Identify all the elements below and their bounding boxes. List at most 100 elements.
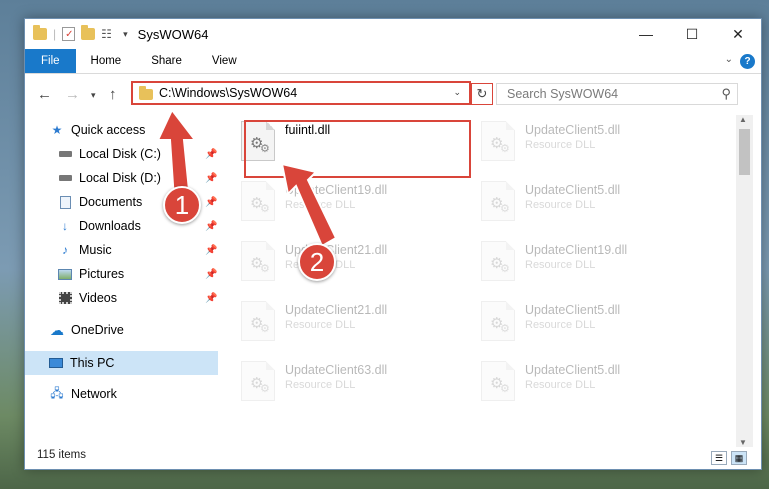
file-type: Resource DLL [525, 199, 596, 211]
file-name: UpdateClient5.dll [525, 123, 621, 137]
sidebar-item-pictures[interactable]: Pictures [57, 263, 124, 285]
search-icon: ⚲ [721, 86, 731, 101]
dll-file-icon: ⚙ ⚙ [481, 121, 515, 161]
drive-icon [57, 171, 73, 185]
sidebar-item-local-disk-d[interactable]: Local Disk (D:) [57, 167, 161, 189]
sidebar-item-label: Downloads [79, 219, 141, 233]
file-tile[interactable]: ⚙⚙ UpdateClient19.dll Resource DLL [235, 177, 465, 229]
sidebar-item-local-disk-c[interactable]: Local Disk (C:) [57, 143, 161, 165]
tab-view[interactable]: View [197, 49, 252, 73]
file-tile[interactable]: ⚙ ⚙ UpdateClient5.dll Resource DLL [475, 297, 705, 349]
window-controls: — ☐ ✕ [623, 19, 761, 49]
scroll-thumb[interactable] [739, 129, 750, 175]
sidebar-item-label: Local Disk (C:) [79, 147, 161, 161]
documents-icon [57, 195, 73, 209]
navigation-bar: ← → ▾ ↑ C:\Windows\SysWOW64 ⌄ ↻ Search S… [25, 79, 761, 109]
sidebar-item-this-pc[interactable]: This PC [25, 351, 218, 375]
sidebar-item-network[interactable]: 🖧 Network [49, 383, 117, 405]
file-tile[interactable]: ⚙⚙ UpdateClient19.dll Resource DLL [475, 237, 705, 289]
new-folder-icon[interactable] [81, 25, 96, 40]
dll-file-icon: ⚙ ⚙ [481, 241, 515, 281]
back-icon[interactable]: ← [37, 86, 52, 103]
tab-file[interactable]: File [25, 49, 76, 73]
address-bar[interactable]: C:\Windows\SysWOW64 ⌄ [131, 81, 471, 105]
refresh-icon: ↻ [476, 86, 488, 101]
file-tile[interactable]: ⚙ ⚙ UpdateClient5.dll Resource DLL [475, 357, 705, 409]
search-input[interactable]: Search SysWOW64 [507, 87, 618, 101]
sidebar-item-onedrive[interactable]: ☁ OneDrive [49, 319, 124, 341]
step-badge-1: 1 [163, 186, 201, 224]
pin-icon[interactable]: 📌 [205, 269, 217, 280]
dll-file-icon: ⚙ ⚙ [241, 361, 275, 401]
cloud-icon: ☁ [50, 321, 64, 338]
quick-access-toolbar: | ✓ ☷ ▾ [25, 25, 128, 41]
help-icon[interactable]: ? [740, 54, 755, 69]
videos-icon [57, 291, 73, 305]
file-name: UpdateClient5.dll [525, 183, 621, 197]
customize-toolbar-icon[interactable]: ▾ [123, 29, 128, 40]
sidebar-item-downloads[interactable]: ↓ Downloads [57, 215, 141, 237]
folder-icon [139, 86, 153, 100]
sidebar-item-quick-access[interactable]: ★ Quick access [49, 119, 146, 141]
address-dropdown-icon[interactable]: ⌄ [453, 87, 461, 98]
maximize-button[interactable]: ☐ [669, 19, 715, 49]
expand-ribbon-icon[interactable]: ⌄ [725, 54, 733, 65]
pin-icon[interactable]: 📌 [205, 245, 217, 256]
sidebar-item-documents[interactable]: Documents [57, 191, 142, 213]
arrow-2-shape [280, 162, 338, 248]
computer-icon [48, 356, 64, 370]
scroll-up-icon[interactable]: ▲ [739, 115, 747, 124]
dll-file-icon: ⚙ ⚙ [481, 301, 515, 341]
search-box[interactable]: Search SysWOW64 ⚲ [496, 83, 738, 105]
folder-icon[interactable] [33, 25, 47, 40]
file-name: UpdateClient5.dll [525, 303, 621, 317]
file-type: Resource DLL [525, 319, 596, 331]
file-name: UpdateClient63.dll [285, 363, 388, 377]
file-tile[interactable]: ⚙⚙ UpdateClient21.dll Resource DLL [235, 297, 465, 349]
dll-file-icon: ⚙ ⚙ [481, 361, 515, 401]
music-icon: ♪ [62, 243, 68, 257]
drive-icon [57, 147, 73, 161]
toolbar-separator: | [53, 27, 57, 41]
sidebar-item-label: Local Disk (D:) [79, 171, 161, 185]
file-tile[interactable]: ⚙ ⚙ UpdateClient5.dll Resource DLL [475, 117, 705, 169]
tab-share[interactable]: Share [136, 49, 197, 73]
address-path: C:\Windows\SysWOW64 [159, 86, 298, 100]
sidebar-item-music[interactable]: ♪ Music [57, 239, 112, 261]
sidebar-item-label: This PC [70, 356, 115, 370]
sidebar-item-videos[interactable]: Videos [57, 287, 117, 309]
sidebar-item-label: OneDrive [71, 323, 124, 337]
close-button[interactable]: ✕ [715, 19, 761, 49]
file-type: Resource DLL [525, 379, 596, 391]
properties-icon[interactable]: ✓ [62, 27, 76, 41]
file-tile[interactable]: ⚙ ⚙ UpdateClient63.dll Resource DLL [235, 357, 465, 409]
sidebar-item-label: Documents [79, 195, 143, 209]
up-icon[interactable]: ↑ [109, 86, 117, 103]
recent-locations-icon[interactable]: ▾ [91, 90, 96, 101]
file-tile[interactable]: ⚙⚙ UpdateClient21.dll Resource DLL [235, 237, 465, 289]
sidebar-item-label: Network [71, 387, 117, 401]
vertical-scrollbar[interactable]: ▲ ▼ [736, 115, 753, 447]
view-icon[interactable]: ☷ [101, 27, 117, 41]
sidebar-item-label: Music [79, 243, 112, 257]
refresh-button[interactable]: ↻ [471, 83, 493, 105]
dll-file-icon: ⚙ ⚙ [241, 241, 275, 281]
large-icons-view-icon[interactable]: ▦ [731, 451, 747, 465]
dll-file-icon: ⚙ ⚙ [241, 181, 275, 221]
scroll-down-icon[interactable]: ▼ [739, 438, 747, 447]
dll-file-icon: ⚙ ⚙ [241, 301, 275, 341]
pictures-icon [57, 267, 73, 281]
minimize-button[interactable]: — [623, 19, 669, 49]
file-type: Resource DLL [285, 379, 356, 391]
details-view-icon[interactable]: ☰ [711, 451, 727, 465]
file-tile[interactable]: ⚙ ⚙ UpdateClient5.dll Resource DLL [475, 177, 705, 229]
title-bar: | ✓ ☷ ▾ SysWOW64 — ☐ ✕ [25, 19, 761, 49]
forward-icon[interactable]: → [65, 86, 80, 103]
pin-icon[interactable]: 📌 [205, 293, 217, 304]
sidebar-item-label: Videos [79, 291, 117, 305]
dll-file-icon: ⚙ ⚙ [481, 181, 515, 221]
explorer-window: | ✓ ☷ ▾ SysWOW64 — ☐ ✕ File Home Share V… [24, 18, 762, 470]
pin-icon[interactable]: 📌 [205, 221, 217, 232]
network-icon: 🖧 [50, 385, 64, 400]
tab-home[interactable]: Home [76, 49, 137, 73]
